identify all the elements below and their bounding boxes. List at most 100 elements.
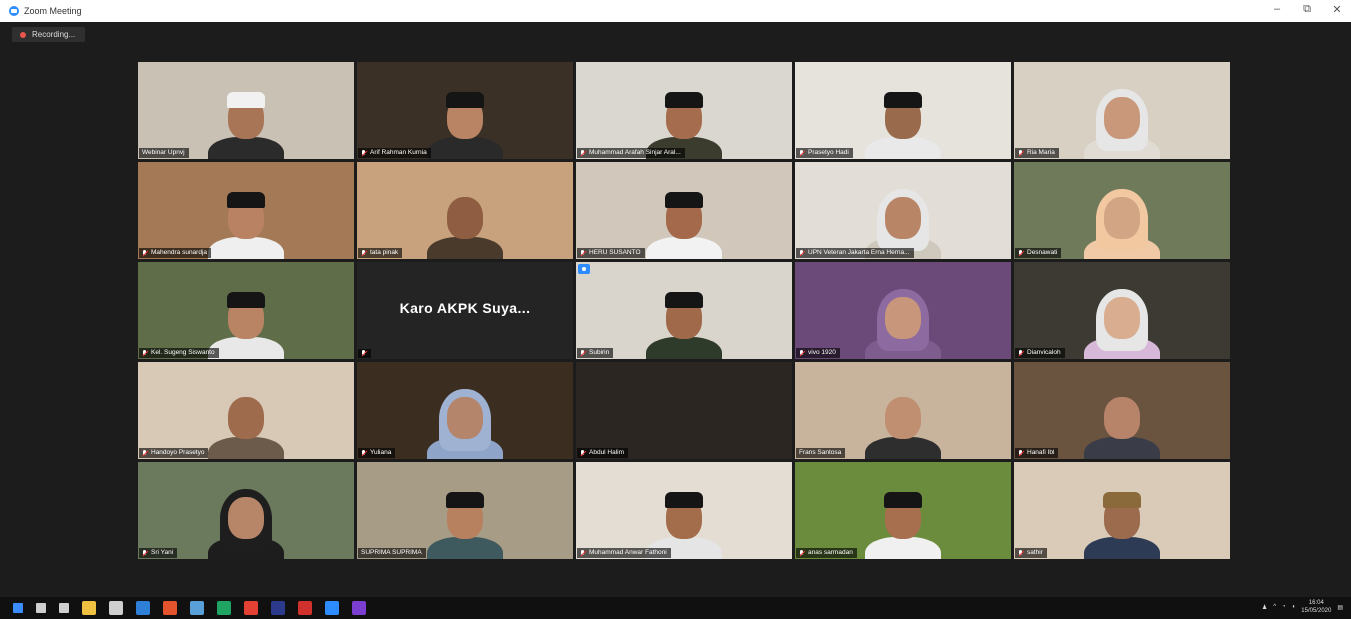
name-tag: SUPRIMA SUPRIMA [358,548,426,558]
participant-tile[interactable]: Hanafi Ibl [1014,362,1230,459]
mail-icon[interactable] [136,601,150,615]
participant-tile[interactable]: Kel. Sugeng Siswanto [138,262,354,359]
people-icon[interactable]: ♟ [1262,604,1267,611]
participant-tile[interactable]: Prasetyo Hadi [795,62,1011,159]
system-tray: ♟ ^ ◔ ◖ 16:04 15/05/2020 ▤ [1262,599,1343,615]
name-tag: tata pinak [358,248,403,258]
participant-name: Subirin [589,349,610,356]
chrome-icon-2[interactable] [244,601,258,615]
participant-tile[interactable]: Muhammad Arafah Sinjar Aral... [576,62,792,159]
name-tag: Hanafi Ibl [1015,448,1059,458]
network-icon[interactable]: ◔ [1282,604,1286,610]
participant-tile[interactable]: sathir [1014,462,1230,559]
participant-tile[interactable]: Webinar Upnvj [138,62,354,159]
name-tag: Sri Yani [139,548,178,558]
participant-video [206,179,286,259]
muted-mic-icon [142,349,148,357]
participant-name: Ria Maria [1027,149,1055,156]
participant-tile[interactable]: Desnawati [1014,162,1230,259]
muted-mic-icon [799,549,805,557]
maximize-icon[interactable]: ⧉ [1299,3,1315,16]
opera-icon[interactable] [298,601,312,615]
name-tag: Dianvicaloh [1015,348,1065,358]
file-explorer-icon[interactable] [82,601,96,615]
participant-tile[interactable]: SUPRIMA SUPRIMA [357,462,573,559]
office-icon[interactable] [163,601,177,615]
participant-tile[interactable]: Ria Maria [1014,62,1230,159]
notifications-icon[interactable]: ▤ [1337,604,1343,611]
participant-video [1082,179,1162,259]
close-icon[interactable]: ✕ [1329,3,1345,16]
participant-name: HERU SUSANTO [589,249,641,256]
participant-name: Arif Rahman Kurnia [370,149,427,156]
participant-tile[interactable]: Dianvicaloh [1014,262,1230,359]
task-view-icon[interactable] [59,603,69,613]
clock[interactable]: 16:04 15/05/2020 [1301,599,1331,615]
window-title: Zoom Meeting [24,6,82,16]
name-tag: Kel. Sugeng Siswanto [139,348,219,358]
participant-tile[interactable]: Subirin [576,262,792,359]
gallery-grid: Webinar Upnvj Arif Rahman Kurnia Muhammad … [138,62,1230,559]
participant-video [206,479,286,559]
participant-name: Kel. Sugeng Siswanto [151,349,215,356]
participant-tile[interactable]: Handoyo Prasetyo [138,362,354,459]
record-dot-icon [20,31,26,38]
participant-tile[interactable]: HERU SUSANTO [576,162,792,259]
chrome-icon[interactable] [217,601,231,615]
participant-tile[interactable]: Muhammad Anwar Fathoni [576,462,792,559]
participant-tile[interactable]: Abdul Halim [576,362,792,459]
participant-tile[interactable]: tata pinak [357,162,573,259]
participant-name: Muhammad Arafah Sinjar Aral... [589,149,681,156]
participant-tile[interactable]: UPN Veteran Jakarta Erna Herna... [795,162,1011,259]
participant-name: Abdul Halim [589,449,625,456]
name-tag: Muhammad Arafah Sinjar Aral... [577,148,685,158]
reaction-icon [578,264,590,274]
photoshop-icon[interactable] [271,601,285,615]
participant-tile[interactable]: Frans Santosa [795,362,1011,459]
participant-tile[interactable]: vivo 1920 [795,262,1011,359]
muted-mic-icon [1018,149,1024,157]
participant-video [425,79,505,159]
participant-name-large: Karo AKPK Suya... [399,300,531,316]
participant-name: Handoyo Prasetyo [151,449,205,456]
muted-mic-icon [361,149,367,157]
participant-video [206,79,286,159]
muted-mic-icon [799,249,805,257]
recording-label: Recording... [32,30,76,39]
zoom-icon[interactable] [325,601,339,615]
chevron-up-icon[interactable]: ^ [1273,604,1276,610]
meeting-area: Recording... Webinar Upnvj Arif Rahman Ku… [0,22,1351,597]
search-icon[interactable] [36,603,46,613]
store-icon[interactable] [109,601,123,615]
volume-icon[interactable]: ◖ [1292,604,1296,610]
name-tag: Webinar Upnvj [139,148,189,158]
participant-tile[interactable]: anas sarmadan [795,462,1011,559]
participant-tile[interactable]: Sri Yani [138,462,354,559]
participant-video [863,279,943,359]
participant-tile[interactable]: Arif Rahman Kurnia [357,62,573,159]
participant-tile[interactable]: Mahendra sunardja [138,162,354,259]
recording-indicator[interactable]: Recording... [12,27,86,42]
participant-tile[interactable]: Karo AKPK Suya... [357,262,573,359]
muted-mic-icon [361,249,367,257]
participant-video [1082,479,1162,559]
participant-name: Mahendra sunardja [151,249,208,256]
start-icon[interactable] [13,603,23,613]
participant-video [206,279,286,359]
participant-tile[interactable]: Yuliana [357,362,573,459]
name-tag: Frans Santosa [796,448,846,458]
muted-mic-icon [142,449,148,457]
participant-name: SUPRIMA SUPRIMA [361,549,422,556]
premiere-icon[interactable] [352,601,366,615]
name-tag: Yuliana [358,448,396,458]
paint-icon[interactable] [190,601,204,615]
participant-video [425,179,505,259]
participant-name: vivo 1920 [808,349,836,356]
minimize-icon[interactable]: – [1269,3,1285,16]
participant-name: tata pinak [370,249,399,256]
name-tag: Arif Rahman Kurnia [358,148,431,158]
muted-mic-icon [580,449,586,457]
participant-video [1082,379,1162,459]
participant-video [644,279,724,359]
participant-video [1082,79,1162,159]
